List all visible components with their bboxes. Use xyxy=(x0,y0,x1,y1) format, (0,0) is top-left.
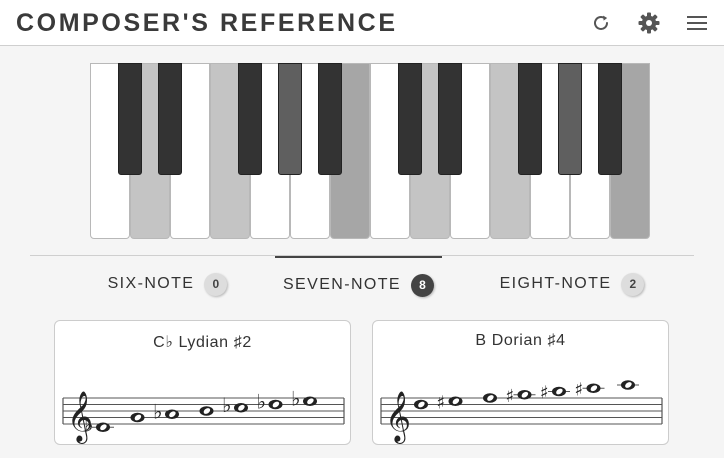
count-badge: 2 xyxy=(621,272,645,296)
count-badge: 8 xyxy=(411,273,434,297)
treble-clef-icon: 𝄞 xyxy=(385,391,411,444)
music-staff: 𝄞♭♭ ♭ ♭ ♭ xyxy=(62,386,345,444)
gear-icon[interactable] xyxy=(637,11,661,35)
tab-label: SIX-NOTE xyxy=(107,275,195,292)
scale-name: C♭ Lydian ♯2 xyxy=(153,334,252,351)
note: ♯ xyxy=(506,386,536,407)
black-key[interactable] xyxy=(438,63,462,175)
note: ♭ xyxy=(257,390,283,414)
black-key[interactable] xyxy=(118,63,142,175)
flat-icon: ♭ xyxy=(84,412,93,436)
note xyxy=(414,399,428,410)
black-key[interactable] xyxy=(558,63,582,175)
flat-icon: ♭ xyxy=(222,393,231,417)
music-staff: 𝄞 ♯ ♯ ♯ ♯ xyxy=(380,379,663,444)
tab-eight-note[interactable]: EIGHT-NOTE 2 xyxy=(442,256,702,312)
piano-keyboard[interactable] xyxy=(90,63,650,239)
black-key[interactable] xyxy=(318,63,342,175)
flat-icon: ♭ xyxy=(257,390,266,414)
scale-card[interactable]: C♭ Lydian ♯2 𝄞 ♭ ♭ ♭ ♭ ♭ xyxy=(54,320,351,445)
scale-name: B Dorian ♯4 xyxy=(475,332,566,349)
black-key[interactable] xyxy=(278,63,302,175)
note: ♯ xyxy=(540,383,570,404)
note: ♯ xyxy=(575,379,605,400)
black-key[interactable] xyxy=(518,63,542,175)
app-header: COMPOSER'S REFERENCE xyxy=(0,0,724,46)
refresh-icon[interactable] xyxy=(589,11,613,35)
count-badge: 0 xyxy=(204,272,228,296)
black-key[interactable] xyxy=(398,63,422,175)
sharp-icon: ♯ xyxy=(437,392,446,413)
sharp-icon: ♯ xyxy=(506,386,515,407)
note: ♯ xyxy=(437,392,463,413)
tab-six-note[interactable]: SIX-NOTE 0 xyxy=(60,256,275,312)
black-key[interactable] xyxy=(158,63,182,175)
flat-icon: ♭ xyxy=(291,386,300,410)
note xyxy=(617,380,639,390)
black-key[interactable] xyxy=(598,63,622,175)
sharp-icon: ♯ xyxy=(575,379,584,400)
tab-label: SEVEN-NOTE xyxy=(282,276,401,293)
note xyxy=(130,412,145,423)
tab-seven-note[interactable]: SEVEN-NOTE 8 xyxy=(275,256,442,312)
tab-label: EIGHT-NOTE xyxy=(499,275,612,292)
sharp-icon: ♯ xyxy=(540,383,549,404)
black-key[interactable] xyxy=(238,63,262,175)
flat-icon: ♭ xyxy=(153,399,162,423)
note xyxy=(483,393,497,403)
menu-icon[interactable] xyxy=(685,11,709,35)
app-title: COMPOSER'S REFERENCE xyxy=(16,9,398,37)
scale-card[interactable]: B Dorian ♯4 𝄞 ♯ ♯ ♯ ♯ xyxy=(372,320,669,445)
note xyxy=(199,406,214,416)
